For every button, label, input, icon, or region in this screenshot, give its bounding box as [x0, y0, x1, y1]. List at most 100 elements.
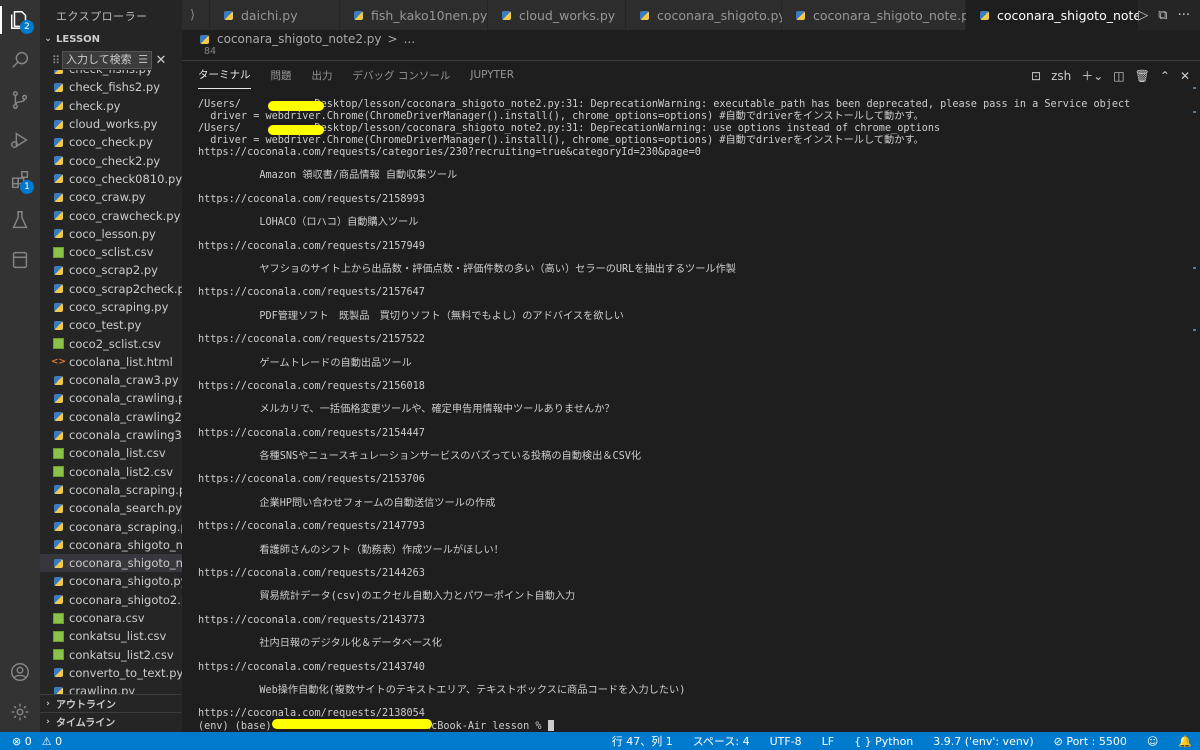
file-item[interactable]: coconara_shigoto.py	[40, 572, 182, 590]
close-panel-icon[interactable]: ✕	[1180, 69, 1190, 83]
tab-3[interactable]: coconara_shigoto.py	[626, 0, 786, 30]
terminal-shell-icon[interactable]: ⊡	[1031, 69, 1041, 83]
file-item[interactable]: coconala_crawling2....	[40, 408, 182, 426]
tab-2[interactable]: cloud_works.py	[488, 0, 626, 30]
trash-icon[interactable]: 🗑	[1135, 69, 1150, 83]
end-of-line[interactable]: LF	[822, 735, 834, 748]
file-item[interactable]: coco_craw.py	[40, 188, 182, 206]
file-item[interactable]: coco_scrap2check.py	[40, 280, 182, 298]
file-item[interactable]: coco_crawcheck.py	[40, 206, 182, 224]
python-file-icon	[52, 375, 65, 386]
explorer-badge: 2	[20, 20, 34, 34]
file-item[interactable]: coconara_shigoto_n...	[40, 554, 182, 573]
file-item[interactable]: coco_scraping.py	[40, 298, 182, 316]
folder-lesson[interactable]: ⌄ LESSON	[40, 30, 182, 48]
new-terminal-icon[interactable]: ＋⌄	[1081, 67, 1103, 84]
file-label: coconara.csv	[69, 611, 145, 626]
split-terminal-icon[interactable]: ◫	[1113, 69, 1124, 83]
language-mode[interactable]: { } Python	[854, 735, 913, 748]
accounts-icon[interactable]	[0, 654, 40, 690]
python-interpreter[interactable]: 3.9.7 ('env': venv)	[933, 735, 1033, 748]
run-icon[interactable]: ▷	[1138, 8, 1148, 23]
more-actions-icon[interactable]: ···	[1178, 8, 1190, 23]
tab-overflow[interactable]: ⟩	[182, 0, 210, 30]
close-icon[interactable]: ✕	[152, 53, 170, 68]
drag-handle-icon[interactable]: ⠿	[50, 54, 62, 67]
testing-icon[interactable]	[0, 202, 40, 238]
panel-tab[interactable]: 出力	[312, 61, 333, 89]
filter-input[interactable]: 入力して検索 ☰	[62, 51, 152, 69]
file-item[interactable]: coconara_scraping.py	[40, 517, 182, 535]
terminal-output[interactable]: /Users/ Desktop/lesson/coconara_shigoto_…	[198, 99, 1188, 732]
encoding[interactable]: UTF-8	[770, 735, 802, 748]
file-item[interactable]: cloud_works.py	[40, 115, 182, 133]
feedback-icon[interactable]: ☺	[1147, 735, 1158, 748]
file-item[interactable]: coco_check2.py	[40, 151, 182, 169]
tab-1[interactable]: fish_kako10nen.py	[340, 0, 488, 30]
file-item[interactable]: check_fishs2.py	[40, 78, 182, 96]
split-editor-icon[interactable]: ⧉	[1158, 8, 1167, 23]
file-item[interactable]: coconara.csv	[40, 609, 182, 627]
indentation[interactable]: スペース: 4	[693, 733, 750, 749]
extensions-icon[interactable]: 1	[0, 162, 40, 198]
tab-4[interactable]: coconara_shigoto_note.py	[782, 0, 976, 30]
filter-icon[interactable]: ☰	[138, 52, 151, 68]
folder-label: LESSON	[56, 33, 101, 45]
redaction-mark	[272, 719, 432, 729]
source-control-icon[interactable]	[0, 82, 40, 118]
file-item[interactable]: coco_test.py	[40, 316, 182, 334]
tab-0[interactable]: daichi.py	[210, 0, 340, 30]
panel-tab[interactable]: 問題	[271, 61, 292, 89]
explorer-sidebar: エクスプローラー ⌄ LESSON ⠿ 入力して検索 ☰ ✕ check_fis…	[40, 0, 182, 732]
file-item[interactable]: coconara_shigoto2.py	[40, 591, 182, 609]
bell-icon[interactable]: 🔔	[1178, 735, 1192, 748]
terminal-shell-label[interactable]: zsh	[1051, 69, 1071, 83]
file-item[interactable]: check.py	[40, 97, 182, 115]
gear-icon[interactable]	[0, 694, 40, 730]
file-item[interactable]: coco_check.py	[40, 133, 182, 151]
file-item[interactable]: coconala_scraping.py	[40, 481, 182, 499]
file-item[interactable]: coco2_sclist.csv	[40, 334, 182, 352]
panel-tab[interactable]: JUPYTER	[470, 61, 514, 89]
breadcrumb-symbols[interactable]: ...	[404, 32, 415, 46]
breadcrumb-separator: >	[387, 32, 398, 46]
problems-warnings[interactable]: ⚠ 0	[42, 735, 62, 748]
file-item[interactable]: conkatsu_list.csv	[40, 627, 182, 645]
file-item[interactable]: coco_lesson.py	[40, 225, 182, 243]
file-item[interactable]: conkatsu_list2.csv	[40, 646, 182, 664]
redaction-mark	[268, 101, 324, 111]
terminal-line: Web操作自動化(複数サイトのテキストエリア、テキストボックスに商品コードを入力…	[198, 684, 686, 696]
run-debug-icon[interactable]	[0, 122, 40, 158]
file-item[interactable]: coconala_search.py	[40, 499, 182, 517]
breadcrumb-file[interactable]: coconara_shigoto_note2.py	[217, 32, 382, 46]
file-item[interactable]: coconala_crawling3....	[40, 426, 182, 444]
file-item[interactable]: coconala_craw3.py	[40, 371, 182, 389]
file-label: conkatsu_list2.csv	[69, 647, 174, 662]
search-icon[interactable]	[0, 42, 40, 78]
file-item[interactable]: converto_to_text.py	[40, 664, 182, 682]
tab-5[interactable]: coconara_shigoto_note2.py✕	[966, 0, 1187, 30]
file-item[interactable]: <> cocolana_list.html	[40, 353, 182, 371]
file-item[interactable]: coco_sclist.csv	[40, 243, 182, 261]
panel-tab[interactable]: デバッグ コンソール	[353, 61, 451, 89]
file-item[interactable]: coconala_list.csv	[40, 444, 182, 462]
timeline-section[interactable]: › タイムライン	[40, 712, 182, 730]
outline-section[interactable]: › アウトライン	[40, 694, 182, 712]
problems-errors[interactable]: ⊗ 0	[12, 735, 32, 748]
file-item[interactable]: coconara_shigoto_n...	[40, 536, 182, 554]
line-number: 84	[182, 46, 1200, 58]
file-item[interactable]: coco_check0810.py	[40, 170, 182, 188]
cursor-position[interactable]: 行 47、列 1	[612, 733, 673, 749]
terminal-panel: ターミナル 問題 出力 デバッグ コンソール JUPYTER ⊡ zsh ＋⌄ ◫ 🗑 …	[182, 60, 1200, 732]
file-item[interactable]: coco_scrap2.py	[40, 261, 182, 279]
explorer-icon[interactable]: 2	[0, 2, 40, 38]
file-item[interactable]: coconala_list2.csv	[40, 463, 182, 481]
live-server-port[interactable]: ⊘ Port : 5500	[1054, 735, 1127, 748]
file-item[interactable]: coconala_crawling.py	[40, 389, 182, 407]
remote-explorer-icon[interactable]	[0, 242, 40, 278]
panel-tab[interactable]: ターミナル	[198, 61, 251, 89]
maximize-panel-icon[interactable]: ⌃	[1160, 69, 1170, 83]
